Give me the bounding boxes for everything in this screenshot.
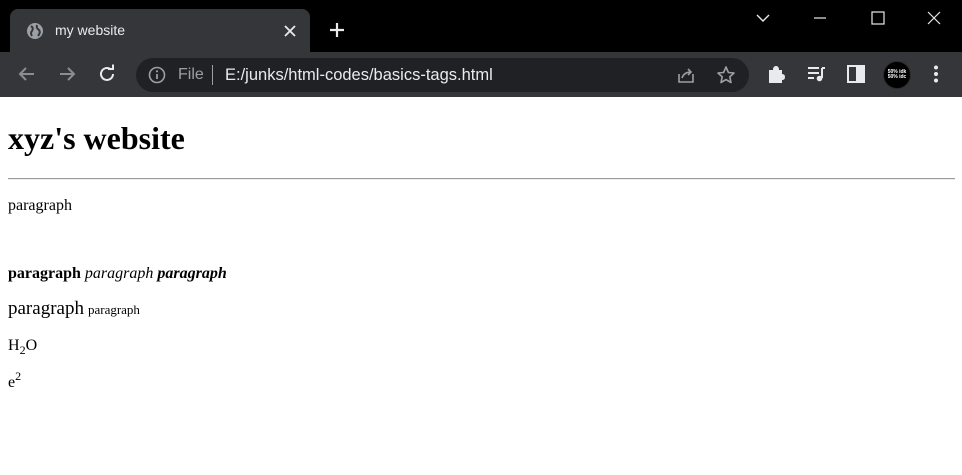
paragraph-plain: paragraph	[8, 197, 72, 214]
address-bar[interactable]: File E:/junks/html-codes/basics-tags.htm…	[136, 58, 749, 92]
media-queue-icon[interactable]	[805, 63, 827, 85]
small-text: paragraph	[87, 302, 140, 317]
side-panel-icon[interactable]	[845, 63, 867, 85]
maximize-icon[interactable]	[868, 8, 888, 28]
minimize-icon[interactable]	[810, 8, 830, 28]
paragraph-sizes: paragraph paragraph	[8, 298, 140, 319]
share-icon[interactable]	[676, 65, 696, 85]
h2o-o: O	[25, 337, 38, 354]
window-close-icon[interactable]	[924, 8, 944, 28]
kebab-menu-icon[interactable]	[925, 63, 947, 85]
chevron-down-icon[interactable]	[753, 8, 773, 28]
scheme-label: File	[178, 66, 204, 83]
close-icon[interactable]	[282, 23, 298, 39]
browser-toolbar: File E:/junks/html-codes/basics-tags.htm…	[0, 52, 962, 97]
avatar[interactable]: 50% idk 50% idc	[883, 61, 911, 89]
page-title: xyz's website	[8, 120, 185, 156]
paragraph-formatting: paragraph paragraph paragraph	[8, 265, 227, 283]
superscript-example: e2	[8, 370, 21, 392]
puzzle-icon[interactable]	[765, 63, 787, 85]
plus-icon[interactable]	[328, 21, 346, 39]
big-text: paragraph	[8, 298, 84, 319]
info-icon[interactable]	[148, 66, 166, 84]
page-viewport: xyz's website paragraph paragraph paragr…	[0, 97, 962, 475]
avatar-text-line2: 50% idc	[887, 74, 907, 80]
browser-tab-strip: my website	[0, 0, 962, 52]
subscript-example: H2O	[8, 337, 38, 357]
arrow-left-icon[interactable]	[16, 63, 38, 85]
bold-text: paragraph	[8, 265, 81, 282]
horizontal-rule	[8, 178, 955, 180]
arrow-right-icon[interactable]	[56, 63, 78, 85]
star-icon[interactable]	[716, 65, 736, 85]
superscript-text: 2	[15, 369, 22, 383]
url-text[interactable]: E:/junks/html-codes/basics-tags.html	[225, 66, 493, 84]
globe-icon	[27, 23, 43, 39]
subscript-text: 2	[19, 343, 26, 357]
h2o-h: H	[8, 337, 20, 354]
reload-icon[interactable]	[96, 63, 118, 85]
browser-tab[interactable]: my website	[10, 9, 310, 52]
bold-italic-text: paragraph	[157, 265, 227, 282]
tab-title: my website	[55, 22, 126, 38]
omnibox-divider	[212, 65, 213, 85]
italic-text: paragraph	[84, 265, 154, 282]
